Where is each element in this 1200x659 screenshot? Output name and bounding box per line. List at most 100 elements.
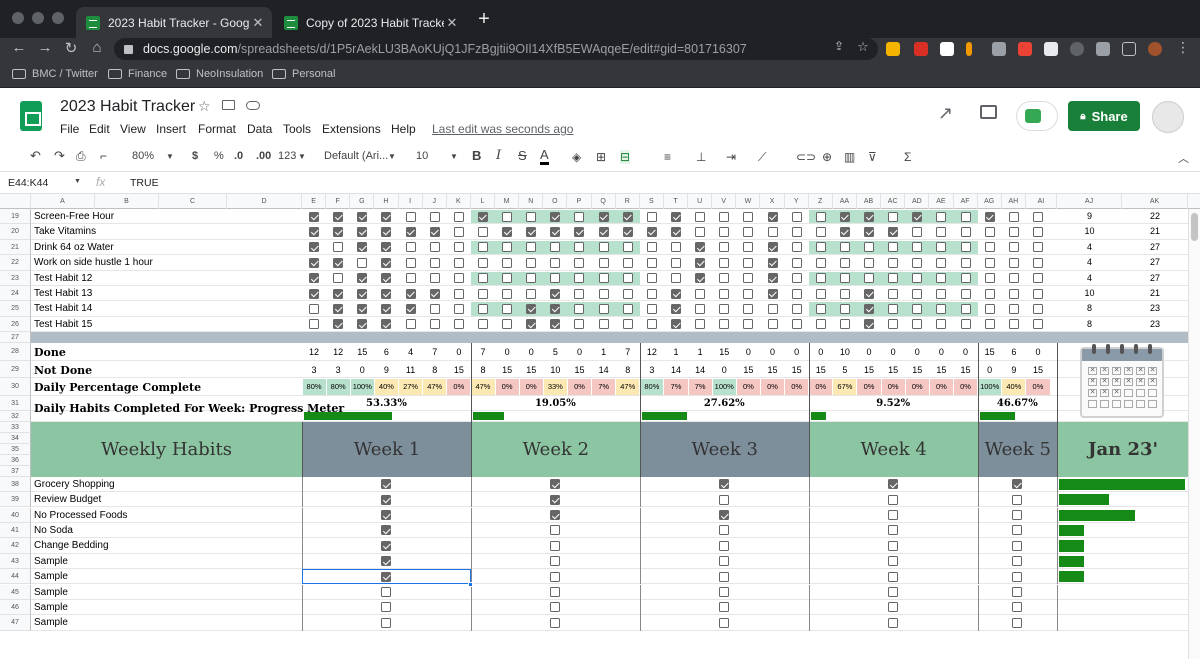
habit-checkbox[interactable] [671,288,681,299]
habit-checkbox[interactable] [743,288,754,299]
habit-checkbox[interactable] [526,242,537,253]
habit-checkbox[interactable] [646,288,657,299]
row-header[interactable]: 27 [0,332,31,344]
habit-checkbox[interactable] [815,226,826,237]
weekly-checkbox[interactable] [719,602,730,613]
row-header[interactable]: 37 [0,465,31,477]
chevron-down-icon[interactable]: ▼ [450,152,458,161]
habit-checkbox[interactable] [1008,242,1019,253]
habit-checkbox[interactable] [984,319,995,330]
move-folder-icon[interactable] [222,100,235,110]
weekly-checkbox[interactable] [1012,510,1023,520]
bookmark-folder[interactable]: Finance [108,68,167,80]
habit-checkbox[interactable] [526,273,537,284]
weekly-checkbox[interactable] [381,540,392,551]
last-edit-link[interactable]: Last edit was seconds ago [432,122,573,136]
habit-checkbox[interactable] [984,257,995,268]
habit-checkbox[interactable] [357,303,368,314]
chevron-down-icon[interactable]: ▼ [166,152,174,161]
habit-checkbox[interactable] [598,273,609,284]
weekly-checkbox[interactable] [381,602,392,613]
habit-checkbox[interactable] [815,288,826,299]
habit-checkbox[interactable] [864,273,875,284]
column-header[interactable]: Y [785,194,809,209]
name-box[interactable]: E44:K44 [8,177,48,189]
habit-checkbox[interactable] [622,273,633,284]
habit-checkbox[interactable] [526,303,537,314]
habit-checkbox[interactable] [888,226,899,237]
weekly-checkbox[interactable] [381,510,392,520]
habit-checkbox[interactable] [1032,288,1043,299]
habit-checkbox[interactable] [719,303,730,314]
font-size-select[interactable]: 10 [416,150,428,162]
habit-checkbox[interactable] [695,288,706,299]
weekly-checkbox[interactable] [550,587,561,597]
habit-checkbox[interactable] [839,273,850,284]
habit-checkbox[interactable] [357,257,368,268]
weekly-checkbox[interactable] [550,494,561,505]
bold-button[interactable]: B [472,148,481,163]
url-field[interactable]: docs.google.com /spreadsheets/d/1P5rAekL… [114,38,878,60]
reload-icon[interactable]: ↻ [60,39,82,57]
more-formats-button[interactable]: 123 [278,150,296,162]
habit-checkbox[interactable] [912,319,923,330]
column-header[interactable]: P [567,194,592,209]
habit-checkbox[interactable] [405,288,416,299]
habit-checkbox[interactable] [936,226,947,237]
habit-checkbox[interactable] [598,211,609,222]
habit-checkbox[interactable] [429,319,440,330]
habit-checkbox[interactable] [598,319,609,330]
habit-checkbox[interactable] [333,242,344,253]
habit-checkbox[interactable] [550,303,561,314]
habit-checkbox[interactable] [888,273,899,284]
menu-view[interactable]: View [120,122,146,136]
weekly-checkbox[interactable] [888,479,899,490]
insert-chart-icon[interactable]: ▥ [844,150,855,164]
merge-cells-icon[interactable]: ⊟ [620,150,631,164]
back-icon[interactable]: ← [8,39,30,56]
undo-icon[interactable]: ↶ [30,148,41,164]
extension-icon[interactable] [1018,42,1032,56]
habit-checkbox[interactable] [477,319,488,330]
habit-checkbox[interactable] [1008,303,1019,314]
habit-checkbox[interactable] [960,242,971,253]
habit-checkbox[interactable] [960,303,971,314]
habit-checkbox[interactable] [622,211,633,222]
menu-file[interactable]: File [60,122,79,136]
habit-checkbox[interactable] [357,288,368,299]
column-header[interactable]: U [688,194,713,209]
habit-checkbox[interactable] [1032,319,1043,330]
zoom-select[interactable]: 80% [132,150,154,162]
text-rotation-icon[interactable]: ⟋ [758,150,766,165]
habit-checkbox[interactable] [960,288,971,299]
habit-checkbox[interactable] [912,257,923,268]
collapse-toolbar-icon[interactable]: ︿ [1178,150,1189,166]
weekly-checkbox[interactable] [719,540,730,551]
row-header[interactable]: 45 [0,584,31,600]
habit-checkbox[interactable] [1008,226,1019,237]
habit-checkbox[interactable] [550,257,561,268]
functions-icon[interactable]: Σ [904,150,911,164]
font-family-select[interactable]: Default (Ari... [324,150,388,162]
habit-checkbox[interactable] [671,242,681,253]
document-title[interactable]: 2023 Habit Tracker [60,98,195,116]
habit-checkbox[interactable] [960,273,971,284]
habit-checkbox[interactable] [984,242,995,253]
habit-checkbox[interactable] [671,273,681,284]
habit-checkbox[interactable] [719,273,730,284]
habit-checkbox[interactable] [815,319,826,330]
habit-checkbox[interactable] [526,319,537,330]
habit-checkbox[interactable] [574,303,585,314]
text-wrap-icon[interactable]: ⇥ [726,150,736,164]
chevron-down-icon[interactable]: ▼ [388,152,396,161]
habit-checkbox[interactable] [695,319,706,330]
habit-checkbox[interactable] [357,242,368,253]
habit-checkbox[interactable] [1032,273,1043,284]
column-header[interactable]: D [227,194,302,209]
row-header[interactable]: 34 [0,432,31,444]
row-header[interactable]: 42 [0,538,31,554]
weekly-checkbox[interactable] [550,479,561,490]
row-header[interactable]: 24 [0,286,31,302]
habit-checkbox[interactable] [381,288,392,299]
habit-checkbox[interactable] [502,273,513,284]
